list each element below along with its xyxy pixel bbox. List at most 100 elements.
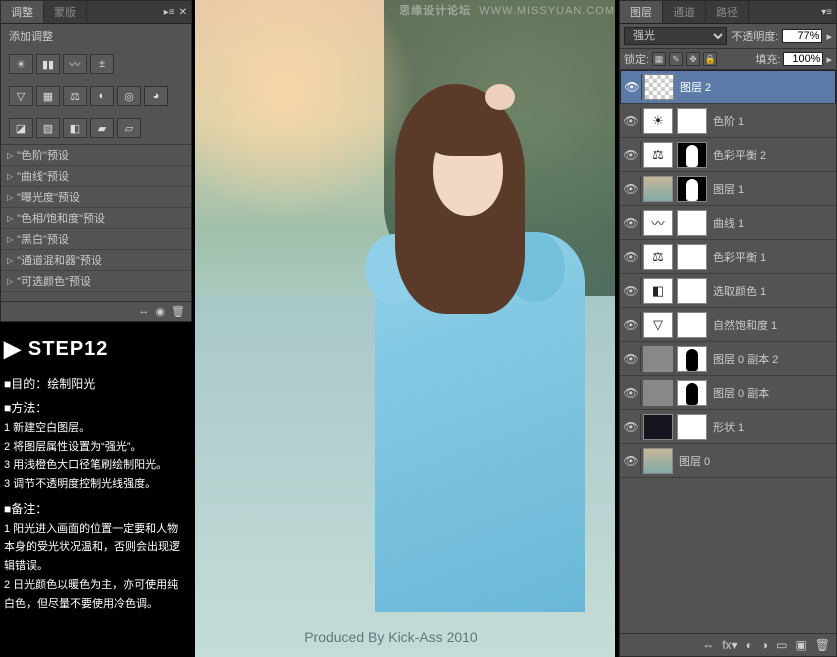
adjust-clip-icon[interactable]: ◉ <box>155 305 165 318</box>
visibility-icon[interactable]: 👁 <box>622 216 640 230</box>
layer-row[interactable]: 👁☀色阶 1 <box>620 104 836 138</box>
tab-layers[interactable]: 图层 <box>620 1 663 23</box>
fill-arrow-icon[interactable]: ▸ <box>826 53 832 66</box>
mask-thumb[interactable] <box>677 108 707 134</box>
layer-thumb[interactable] <box>643 380 673 406</box>
layer-row[interactable]: 👁⚖色彩平衡 1 <box>620 240 836 274</box>
visibility-icon[interactable]: 👁 <box>622 352 640 366</box>
adjust-expand-icon[interactable]: ↔ <box>138 305 149 318</box>
adjust-thumb[interactable]: ⚖ <box>643 142 673 168</box>
tab-mask[interactable]: 蒙版 <box>44 1 87 23</box>
adjust-thumb[interactable]: ☀ <box>643 108 673 134</box>
panel-close-icon[interactable]: ✕ <box>179 7 187 18</box>
levels-icon[interactable]: ▮▮ <box>36 54 60 74</box>
visibility-icon[interactable]: 👁 <box>622 250 640 264</box>
layer-row[interactable]: 👁⚖色彩平衡 2 <box>620 138 836 172</box>
mask-thumb[interactable] <box>677 176 707 202</box>
layer-thumb[interactable] <box>644 74 674 100</box>
mask-thumb[interactable] <box>677 278 707 304</box>
vibrance-icon[interactable]: ▽ <box>9 86 33 106</box>
tab-channels[interactable]: 通道 <box>663 1 706 23</box>
mask-thumb[interactable] <box>677 380 707 406</box>
adjust-trash-icon[interactable]: 🗑 <box>171 305 185 318</box>
mask-thumb[interactable] <box>677 346 707 372</box>
tab-adjust[interactable]: 调整 <box>1 1 44 23</box>
triangle-icon: ▷ <box>7 214 13 223</box>
adjust-thumb[interactable]: ⚖ <box>643 244 673 270</box>
mask-thumb[interactable] <box>677 244 707 270</box>
layer-name: 图层 1 <box>713 181 744 197</box>
panel-collapse-icon[interactable]: ▸≡ <box>164 7 175 18</box>
document-canvas[interactable]: Produced By Kick-Ass 2010 <box>195 0 615 657</box>
visibility-icon[interactable]: 👁 <box>622 420 640 434</box>
layer-row[interactable]: 👁图层 2 <box>620 70 836 104</box>
layer-row[interactable]: 👁图层 0 副本 2 <box>620 342 836 376</box>
curves-icon[interactable]: 〰 <box>63 54 87 74</box>
visibility-icon[interactable]: 👁 <box>622 318 640 332</box>
mixer-icon[interactable]: ◕ <box>144 86 168 106</box>
gradient-icon[interactable]: ▰ <box>90 118 114 138</box>
visibility-icon[interactable]: 👁 <box>622 284 640 298</box>
mask-thumb[interactable] <box>677 414 707 440</box>
preset-item[interactable]: ▷"可选颜色"预设 <box>1 271 191 292</box>
preset-item[interactable]: ▷"曲线"预设 <box>1 166 191 187</box>
adjust-thumb[interactable]: 〰 <box>643 210 673 236</box>
visibility-icon[interactable]: 👁 <box>622 148 640 162</box>
trash-icon[interactable]: 🗑 <box>815 638 830 652</box>
mask-thumb[interactable] <box>677 142 707 168</box>
layer-thumb[interactable] <box>643 346 673 372</box>
preset-item[interactable]: ▷"曝光度"预设 <box>1 187 191 208</box>
brightness-icon[interactable]: ☀ <box>9 54 33 74</box>
mask-icon[interactable]: ◐ <box>746 638 753 652</box>
panel-menu-icon[interactable]: ▾≡ <box>821 7 832 18</box>
visibility-icon[interactable]: 👁 <box>622 386 640 400</box>
preset-item[interactable]: ▷"通道混和器"预设 <box>1 250 191 271</box>
fx-icon[interactable]: fx▾ <box>722 638 737 652</box>
layers-tabs: 图层 通道 路径 ▾≡ <box>620 1 836 24</box>
layer-thumb[interactable] <box>643 414 673 440</box>
visibility-icon[interactable]: 👁 <box>622 182 640 196</box>
adjust-layer-icon[interactable]: ◑ <box>761 638 768 652</box>
lock-trans-icon[interactable]: ▦ <box>652 52 666 66</box>
group-icon[interactable]: ▭ <box>776 638 787 652</box>
preset-item[interactable]: ▷"黑白"预设 <box>1 229 191 250</box>
lock-all-icon[interactable]: 🔒 <box>703 52 717 66</box>
tab-paths[interactable]: 路径 <box>706 1 749 23</box>
link-icon[interactable]: ⇔ <box>702 638 714 652</box>
exposure-icon[interactable]: ± <box>90 54 114 74</box>
posterize-icon[interactable]: ▨ <box>36 118 60 138</box>
preset-item[interactable]: ▷"色相/饱和度"预设 <box>1 208 191 229</box>
layer-thumb[interactable] <box>643 448 673 474</box>
layer-row[interactable]: 👁◧选取颜色 1 <box>620 274 836 308</box>
layer-row[interactable]: 👁 图层 1 <box>620 172 836 206</box>
balance-icon[interactable]: ⚖ <box>63 86 87 106</box>
fill-input[interactable] <box>783 52 823 66</box>
layer-row[interactable]: 👁图层 0 副本 <box>620 376 836 410</box>
lock-pixels-icon[interactable]: ✎ <box>669 52 683 66</box>
selective-icon[interactable]: ▱ <box>117 118 141 138</box>
new-layer-icon[interactable]: ▣ <box>795 638 806 652</box>
lock-pos-icon[interactable]: ✥ <box>686 52 700 66</box>
threshold-icon[interactable]: ◧ <box>63 118 87 138</box>
opacity-input[interactable] <box>782 29 822 43</box>
photo-filter-icon[interactable]: ◎ <box>117 86 141 106</box>
layer-row[interactable]: 👁图层 0 <box>620 444 836 478</box>
visibility-icon[interactable]: 👁 <box>622 114 640 128</box>
blend-mode-select[interactable]: 强光 <box>624 27 727 45</box>
adjust-thumb[interactable]: ▽ <box>643 312 673 338</box>
opacity-arrow-icon[interactable]: ▸ <box>826 30 832 43</box>
visibility-icon[interactable]: 👁 <box>623 80 641 94</box>
visibility-icon[interactable]: 👁 <box>622 454 640 468</box>
mask-thumb[interactable] <box>677 312 707 338</box>
layer-thumb[interactable] <box>643 176 673 202</box>
layer-row[interactable]: 👁〰曲线 1 <box>620 206 836 240</box>
invert-icon[interactable]: ◪ <box>9 118 33 138</box>
watermark: 思缘设计论坛 WWW.MISSYUAN.COM <box>399 2 615 18</box>
preset-item[interactable]: ▷"色阶"预设 <box>1 145 191 166</box>
mask-thumb[interactable] <box>677 210 707 236</box>
adjust-thumb[interactable]: ◧ <box>643 278 673 304</box>
layer-row[interactable]: 👁形状 1 <box>620 410 836 444</box>
bw-icon[interactable]: ◐ <box>90 86 114 106</box>
layer-row[interactable]: 👁▽自然饱和度 1 <box>620 308 836 342</box>
hue-icon[interactable]: ▦ <box>36 86 60 106</box>
